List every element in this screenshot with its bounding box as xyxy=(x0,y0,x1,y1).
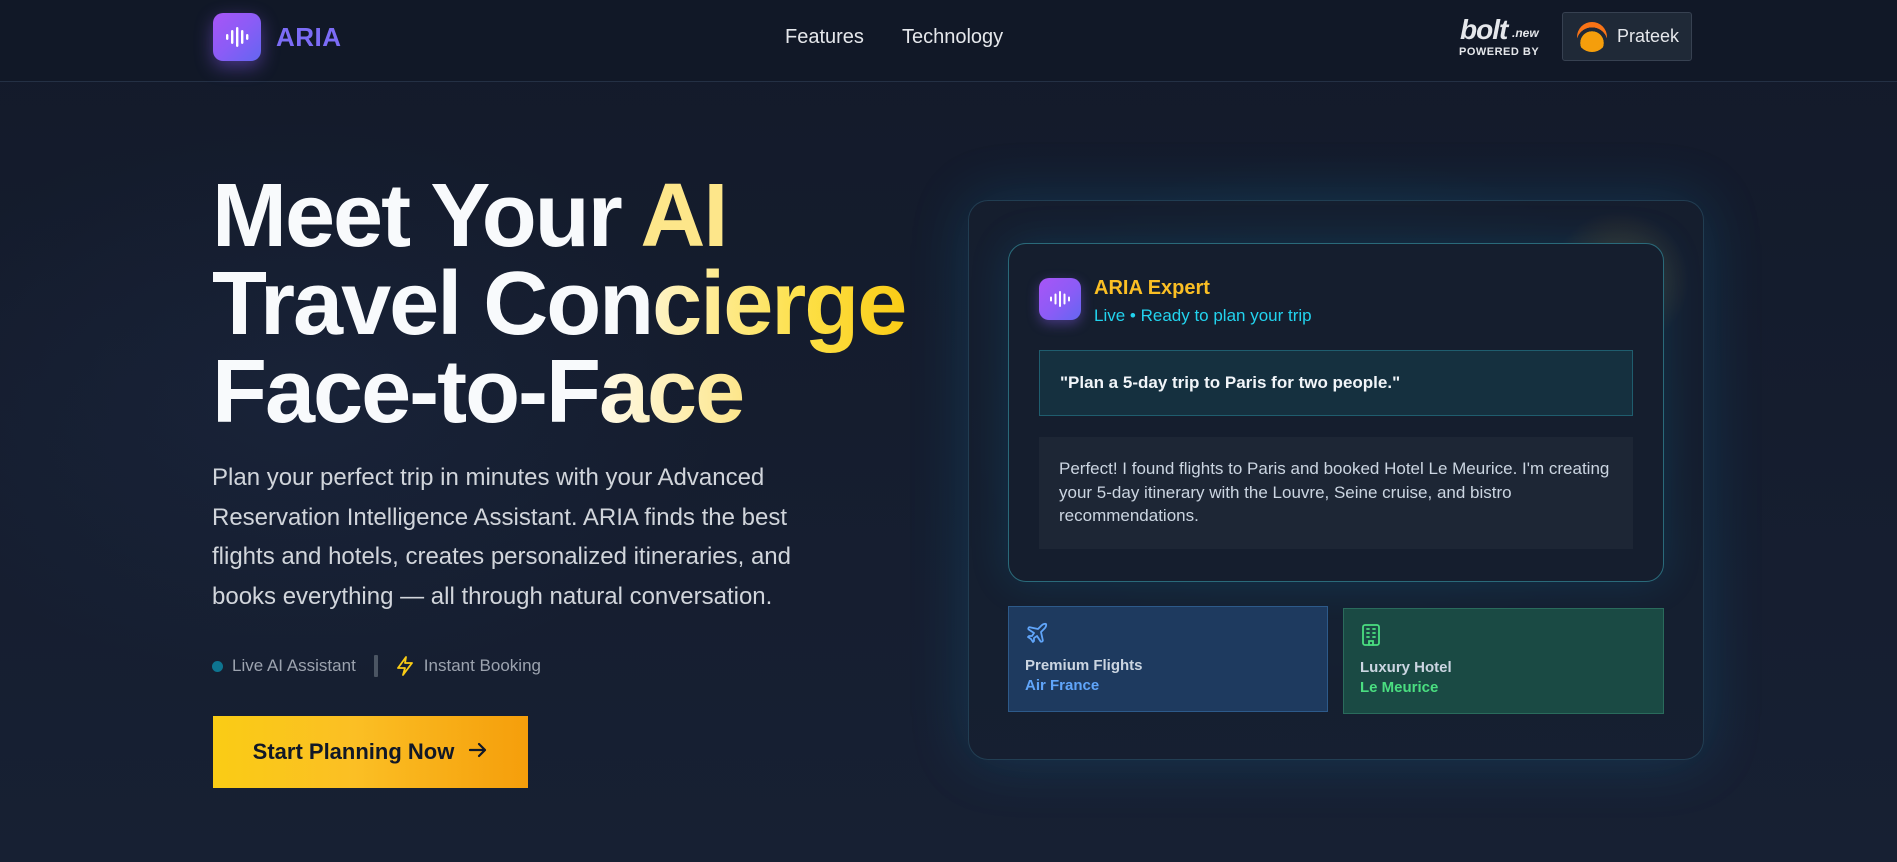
powered-by-label: POWERED BY xyxy=(1459,46,1540,58)
arrow-right-icon xyxy=(468,739,488,765)
bolt-badge[interactable]: bolt .new POWERED BY xyxy=(1456,14,1546,62)
title-line1-highlight: AI xyxy=(640,166,728,266)
start-planning-button[interactable]: Start Planning Now xyxy=(213,716,528,788)
bolt-suffix: .new xyxy=(1512,26,1539,40)
title-line2-text: Travel Con xyxy=(212,254,654,354)
nav-link-technology[interactable]: Technology xyxy=(902,26,1003,49)
hotel-tile-value: Le Meurice xyxy=(1360,679,1439,696)
agent-message: Perfect! I found flights to Paris and bo… xyxy=(1039,437,1633,549)
live-dot-icon xyxy=(212,660,223,672)
bolt-wordmark: bolt xyxy=(1460,14,1508,45)
user-name: Prateek xyxy=(1617,26,1680,46)
hotel-tile-label: Luxury Hotel xyxy=(1360,659,1452,676)
cta-label: Start Planning Now xyxy=(252,739,455,764)
badge-divider xyxy=(373,655,378,677)
title-line3-highlight: ace xyxy=(599,342,745,442)
top-nav: ARIA Features Technology bolt .new POWER… xyxy=(0,0,1897,82)
title-line1-text: Meet Your xyxy=(212,166,641,266)
hero-subtitle: Plan your perfect trip in minutes with y… xyxy=(212,464,791,610)
aria-logo-icon[interactable] xyxy=(213,13,261,61)
avatar xyxy=(1577,21,1607,52)
user-menu-button[interactable]: Prateek xyxy=(1562,12,1692,61)
hero-title: Meet Your AI Travel Concierge Face-to-Fa… xyxy=(212,171,912,437)
feature-badges: Live AI Assistant Instant Booking xyxy=(212,654,541,678)
flight-tile-label: Premium Flights xyxy=(1025,657,1143,674)
title-line2-highlight: cierge xyxy=(652,254,907,354)
badge-live-assistant: Live AI Assistant xyxy=(232,656,356,675)
hotel-tile: Luxury Hotel Le Meurice xyxy=(1343,608,1664,714)
aria-avatar-icon xyxy=(1039,278,1081,320)
badge-instant-booking: Instant Booking xyxy=(423,656,541,675)
lightning-icon xyxy=(396,656,414,676)
brand-name[interactable]: ARIA xyxy=(276,22,342,53)
plane-icon xyxy=(1025,621,1049,650)
title-line3-text: Face-to-F xyxy=(212,342,601,442)
flight-tile: Premium Flights Air France xyxy=(1008,606,1328,712)
nav-link-features[interactable]: Features xyxy=(785,26,864,49)
user-message: "Plan a 5-day trip to Paris for two peop… xyxy=(1039,350,1633,416)
agent-name: ARIA Expert xyxy=(1094,277,1210,299)
building-icon xyxy=(1360,623,1382,652)
flight-tile-value: Air France xyxy=(1025,677,1100,694)
agent-status: Live • Ready to plan your trip xyxy=(1094,306,1312,325)
